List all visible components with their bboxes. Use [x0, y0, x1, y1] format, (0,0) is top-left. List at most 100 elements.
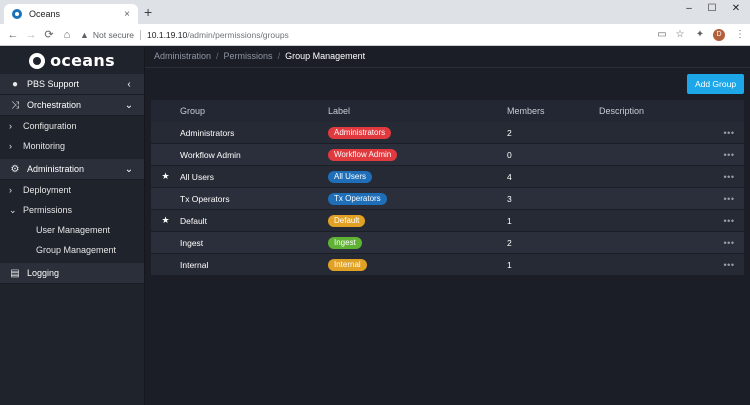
sidebar-item-group-management[interactable]: Group Management [0, 240, 144, 260]
group-label-badge: Default [328, 214, 366, 227]
new-tab-button[interactable]: + [144, 5, 152, 19]
row-menu-icon[interactable]: ••• [714, 238, 744, 248]
browser-toolbar: ← → ⟳ ⌂ ▲ Not secure 10.1.19.10/admin/pe… [0, 24, 750, 46]
label-cell: Default [328, 214, 507, 227]
oceans-logo[interactable]: oceans [0, 47, 144, 74]
close-window-button[interactable]: ✕ [727, 3, 745, 14]
tab-close-icon[interactable]: × [120, 9, 134, 20]
url-host: 10.1.19.10 [147, 30, 188, 40]
sidebar-item-label: Configuration [23, 121, 77, 131]
breadcrumb-separator: / [277, 51, 281, 61]
row-menu-icon[interactable]: ••• [714, 194, 744, 204]
column-header-group[interactable]: Group [180, 106, 328, 116]
table-row[interactable]: ★ All Users All Users 4 ••• [151, 166, 744, 188]
column-header-members[interactable]: Members [507, 106, 599, 116]
row-menu-icon[interactable]: ••• [714, 216, 744, 226]
breadcrumb-permissions[interactable]: Permissions [224, 51, 273, 61]
row-menu-icon[interactable]: ••• [714, 150, 744, 160]
label-cell: Internal [328, 258, 507, 271]
chevron-down-icon: ⌄ [124, 99, 134, 111]
sidebar-section-logging[interactable]: ▤ Logging [0, 263, 144, 284]
sidebar-section-administration[interactable]: ⚙ Administration ⌄ [0, 159, 144, 180]
address-bar[interactable]: ▲ Not secure 10.1.19.10/admin/permission… [80, 27, 700, 43]
extensions-icon[interactable]: ✦ [694, 29, 706, 41]
members-count: 3 [507, 193, 512, 204]
table-header: Group Label Members Description [151, 100, 744, 122]
members-count: 0 [507, 149, 512, 160]
maximize-button[interactable]: ☐ [703, 3, 721, 14]
group-label-badge: Internal [328, 258, 367, 271]
members-count: 1 [507, 215, 512, 226]
group-name: Tx Operators [180, 193, 230, 204]
chevron-down-icon: ⌄ [124, 163, 134, 175]
sidebar-item-label: Monitoring [23, 141, 66, 151]
warning-icon: ▲ [80, 30, 89, 40]
gear-icon: ⚙ [10, 163, 20, 175]
column-header-label[interactable]: Label [328, 106, 507, 116]
shuffle-icon: ⤨ [11, 99, 19, 111]
forward-button[interactable]: → [24, 28, 38, 42]
logo-text: oceans [50, 51, 115, 70]
sidebar-item-deployment[interactable]: › Deployment [0, 180, 144, 200]
url-path: /admin/permissions/groups [187, 30, 289, 40]
tab-title: Oceans [29, 9, 61, 19]
chevron-left-icon: ‹ [127, 78, 131, 90]
star-icon[interactable]: ☆ [674, 29, 686, 41]
sidebar-section-label: PBS Support [27, 79, 80, 89]
groups-table: Group Label Members Description Administ… [151, 100, 744, 276]
table-row[interactable]: Workflow Admin Workflow Admin 0 ••• [151, 144, 744, 166]
star-icon: ★ [161, 171, 170, 181]
sidebar-item-permissions[interactable]: ⌄ Permissions [0, 200, 144, 220]
group-label-badge: Administrators [328, 126, 392, 139]
log-icon: ▤ [10, 267, 20, 279]
sidebar-section-label: Administration [27, 164, 85, 174]
home-button[interactable]: ⌂ [60, 28, 74, 42]
group-name: All Users [180, 171, 215, 182]
sidebar-section-pbs-support[interactable]: ● PBS Support ‹ [0, 74, 144, 95]
table-row[interactable]: Internal Internal 1 ••• [151, 254, 744, 276]
group-label-badge: All Users [328, 170, 373, 183]
chevron-down-icon: ⌄ [9, 204, 17, 215]
star-icon: ★ [161, 215, 170, 225]
profile-avatar[interactable]: D [713, 29, 725, 41]
column-header-description[interactable]: Description [599, 106, 714, 116]
group-label-badge: Ingest [328, 236, 362, 249]
breadcrumb-separator: / [216, 51, 219, 61]
table-row[interactable]: Administrators Administrators 2 ••• [151, 122, 744, 144]
group-label-badge: Tx Operators [328, 192, 387, 205]
table-row[interactable]: Tx Operators Tx Operators 3 ••• [151, 188, 744, 210]
row-menu-icon[interactable]: ••• [714, 128, 744, 138]
menu-icon[interactable]: ⋮ [734, 29, 746, 41]
cast-icon[interactable]: ▭ [656, 29, 668, 41]
table-row[interactable]: ★ Default Default 1 ••• [151, 210, 744, 232]
not-secure-label: Not secure [93, 30, 142, 40]
chevron-right-icon: › [9, 185, 12, 195]
minimize-button[interactable]: – [680, 3, 698, 14]
reload-button[interactable]: ⟳ [42, 28, 56, 42]
chevron-right-icon: › [9, 141, 12, 151]
back-button[interactable]: ← [6, 28, 20, 42]
breadcrumb-divider [145, 67, 750, 68]
sidebar-item-user-management[interactable]: User Management [0, 220, 144, 240]
group-name: Administrators [180, 127, 235, 138]
sidebar-section-orchestration[interactable]: ⤨ Orchestration ⌄ [0, 95, 144, 116]
breadcrumb-administration[interactable]: Administration [154, 51, 211, 61]
label-cell: All Users [328, 170, 507, 183]
table-row[interactable]: Ingest Ingest 2 ••• [151, 232, 744, 254]
members-count: 1 [507, 259, 512, 270]
label-cell: Tx Operators [328, 192, 507, 205]
label-cell: Workflow Admin [328, 148, 507, 161]
add-group-button[interactable]: Add Group [687, 74, 744, 94]
sidebar-item-label: Permissions [23, 205, 73, 215]
sidebar-item-label: Deployment [23, 185, 72, 195]
group-name: Internal [180, 259, 209, 270]
browser-tab[interactable]: Oceans × [4, 4, 138, 24]
sidebar-item-configuration[interactable]: › Configuration [0, 116, 144, 136]
row-menu-icon[interactable]: ••• [714, 260, 744, 270]
row-menu-icon[interactable]: ••• [714, 172, 744, 182]
sidebar-item-monitoring[interactable]: › Monitoring [0, 136, 144, 156]
group-name: Ingest [180, 237, 204, 248]
group-name: Default [180, 215, 207, 226]
user-icon: ● [11, 78, 19, 90]
members-count: 2 [507, 237, 512, 248]
